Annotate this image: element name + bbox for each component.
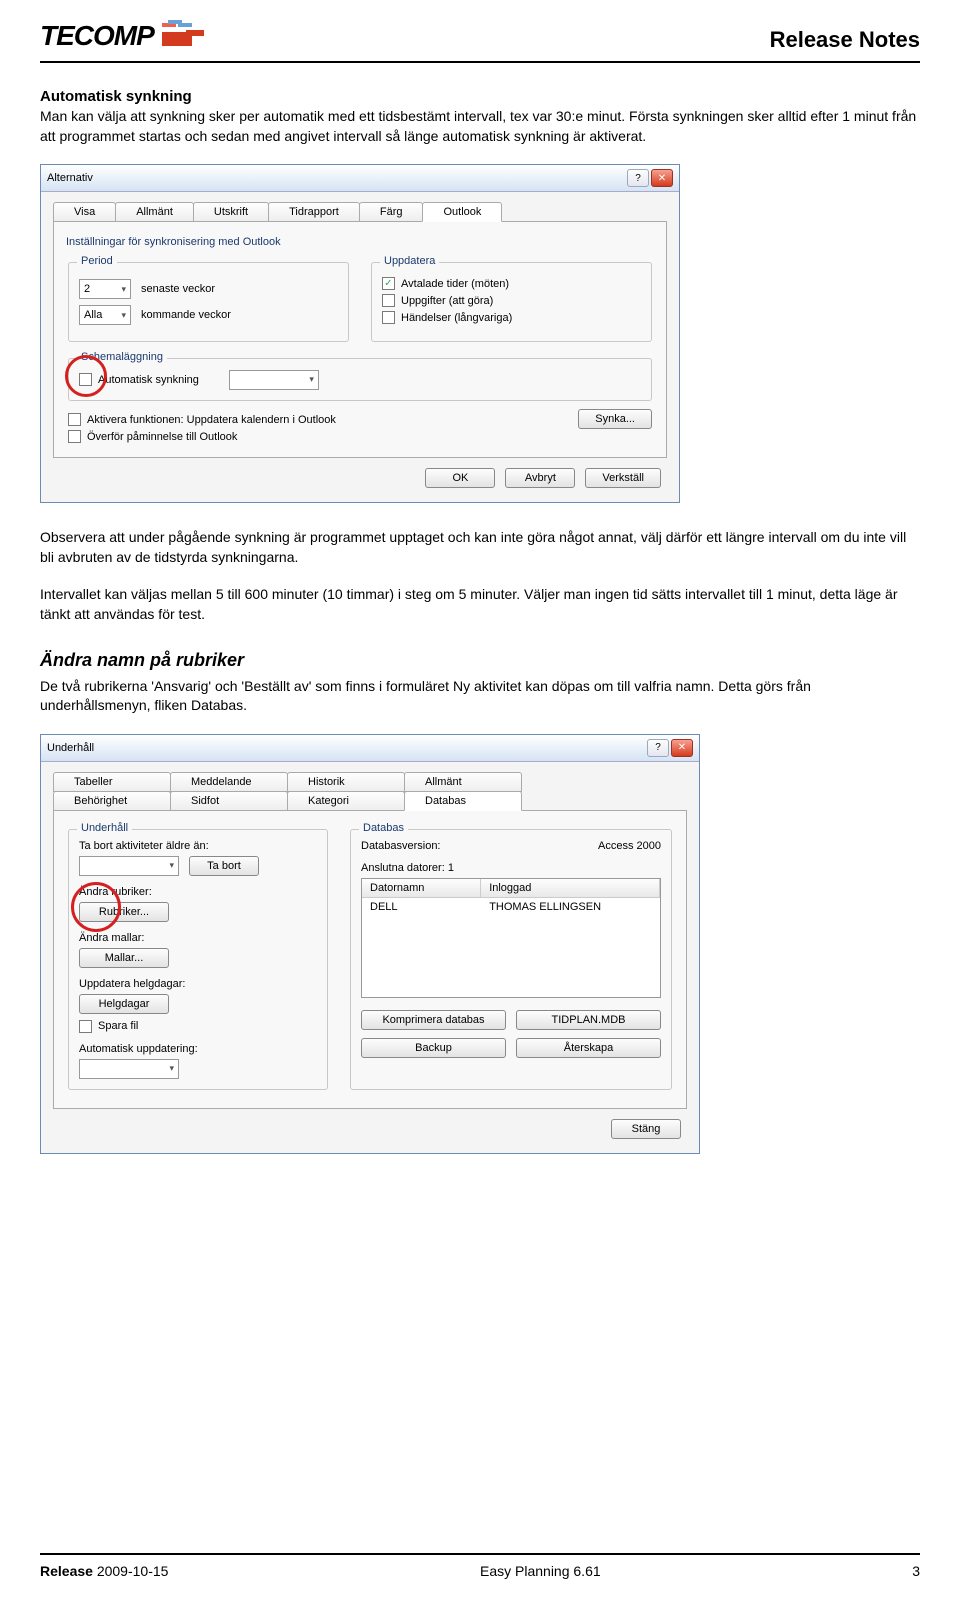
para-intervallet: Intervallet kan väljas mellan 5 till 600… — [40, 585, 920, 624]
footer-center: Easy Planning 6.61 — [480, 1563, 601, 1579]
period-recent-weeks-dropdown[interactable]: 2 — [79, 279, 131, 299]
tab-databas[interactable]: Databas — [404, 791, 522, 811]
page-header: TECOMP Release Notes — [40, 20, 920, 63]
close-icon[interactable]: ✕ — [671, 739, 693, 757]
fieldset-schema: Schemaläggning Automatisk synkning — [68, 358, 652, 401]
verkstall-button[interactable]: Verkställ — [585, 468, 661, 488]
rubriker-button[interactable]: Rubriker... — [79, 902, 169, 922]
help-icon[interactable]: ? — [647, 739, 669, 757]
cb-aktivera-funktion[interactable]: Aktivera funktionen: Uppdatera kalendern… — [68, 413, 336, 426]
label-tabort: Ta bort aktiviteter äldre än: — [79, 840, 317, 852]
tab-allmant[interactable]: Allmänt — [115, 202, 194, 222]
tab-outlook[interactable]: Outlook — [422, 202, 502, 222]
page-footer: Release 2009-10-15 Easy Planning 6.61 3 — [40, 1553, 920, 1579]
col-inloggad: Inloggad — [481, 879, 660, 897]
tabort-date-dropdown[interactable] — [79, 856, 179, 876]
cb-overfor-paminnelse[interactable]: Överför påminnelse till Outlook — [68, 430, 336, 443]
table-row[interactable]: DELL THOMAS ELLINGSEN — [362, 898, 660, 916]
cb-avtalade[interactable]: ✓Avtalade tider (möten) — [382, 277, 641, 290]
dialog-underhall: Underhåll ? ✕ Tabeller Meddelande Histor… — [40, 734, 700, 1154]
dialog2-tabs-row1: Tabeller Meddelande Historik Allmänt — [53, 772, 687, 792]
label-andra-mallar: Ändra mallar: — [79, 932, 317, 944]
komprimera-button[interactable]: Komprimera databas — [361, 1010, 506, 1030]
tab-behorighet[interactable]: Behörighet — [53, 791, 171, 811]
footer-page: 3 — [912, 1563, 920, 1579]
tab-tabeller[interactable]: Tabeller — [53, 772, 171, 792]
tidplan-button[interactable]: TIDPLAN.MDB — [516, 1010, 661, 1030]
fieldset-databas: Databas Databasversion: Access 2000 Ansl… — [350, 829, 672, 1090]
tab-historik[interactable]: Historik — [287, 772, 405, 792]
value-dbversion: Access 2000 — [598, 840, 661, 852]
label-uppdatera-helgdagar: Uppdatera helgdagar: — [79, 978, 317, 990]
fieldset-underhall: Underhåll Ta bort aktiviteter äldre än: … — [68, 829, 328, 1090]
footer-release-date: 2009-10-15 — [97, 1563, 169, 1579]
dialog2-title: Underhåll — [47, 742, 94, 754]
avbryt-button[interactable]: Avbryt — [505, 468, 575, 488]
legend-databas: Databas — [359, 822, 408, 834]
col-datornamn: Datornamn — [362, 879, 481, 897]
period-label-coming: kommande veckor — [141, 309, 231, 321]
synka-button[interactable]: Synka... — [578, 409, 652, 429]
cell-inloggad: THOMAS ELLINGSEN — [481, 898, 660, 916]
dialog1-tabcontent: Inställningar för synkronisering med Out… — [53, 221, 667, 458]
help-icon[interactable]: ? — [627, 169, 649, 187]
logo-icon — [162, 20, 204, 53]
stang-button[interactable]: Stäng — [611, 1119, 681, 1139]
tab-sidfot[interactable]: Sidfot — [170, 791, 288, 811]
ok-button[interactable]: OK — [425, 468, 495, 488]
section2-para: De två rubrikerna 'Ansvarig' och 'Bestäl… — [40, 677, 920, 716]
logo-text: TECOMP — [40, 20, 154, 51]
dialog1-subheading: Inställningar för synkronisering med Out… — [66, 236, 656, 248]
footer-left: Release 2009-10-15 — [40, 1563, 168, 1579]
dialog1-title: Alternativ — [47, 172, 93, 184]
legend-schema: Schemaläggning — [77, 351, 167, 363]
close-icon[interactable]: ✕ — [651, 169, 673, 187]
section1-title: Automatisk synkning — [40, 88, 920, 105]
tab-tidrapport[interactable]: Tidrapport — [268, 202, 360, 222]
cb-auto-synk[interactable]: Automatisk synkning — [79, 373, 199, 386]
period-coming-weeks-dropdown[interactable]: Alla — [79, 305, 131, 325]
cell-datornamn: DELL — [362, 898, 481, 916]
backup-button[interactable]: Backup — [361, 1038, 506, 1058]
period-label-recent: senaste veckor — [141, 283, 215, 295]
tab-visa[interactable]: Visa — [53, 202, 116, 222]
legend-uppdatera: Uppdatera — [380, 255, 439, 267]
legend-underhall: Underhåll — [77, 822, 132, 834]
tab-utskrift[interactable]: Utskrift — [193, 202, 269, 222]
auto-uppdatering-dropdown[interactable] — [79, 1059, 179, 1079]
connected-computers-list[interactable]: Datornamn Inloggad DELL THOMAS ELLINGSEN — [361, 878, 661, 998]
cb-handelser[interactable]: Händelser (långvariga) — [382, 311, 641, 324]
tab-allmant2[interactable]: Allmänt — [404, 772, 522, 792]
tab-meddelande[interactable]: Meddelande — [170, 772, 288, 792]
cb-spara-fil[interactable]: Spara fil — [79, 1020, 317, 1033]
tab-farg[interactable]: Färg — [359, 202, 424, 222]
dialog2-tabs-row2: Behörighet Sidfot Kategori Databas — [53, 791, 687, 811]
section1-para: Man kan välja att synkning sker per auto… — [40, 107, 920, 146]
dialog2-titlebar: Underhåll ? ✕ — [41, 735, 699, 762]
dialog2-tabcontent: Underhåll Ta bort aktiviteter äldre än: … — [53, 810, 687, 1109]
auto-synk-interval-dropdown[interactable] — [229, 370, 319, 390]
label-andra-rubriker: Ändra rubriker: — [79, 886, 317, 898]
fieldset-period: Period 2 senaste veckor Alla kommande ve… — [68, 262, 349, 342]
tab-kategori[interactable]: Kategori — [287, 791, 405, 811]
helgdagar-button[interactable]: Helgdagar — [79, 994, 169, 1014]
dialog-alternativ: Alternativ ? ✕ Visa Allmänt Utskrift Tid… — [40, 164, 680, 503]
logo: TECOMP — [40, 20, 204, 53]
para-observera: Observera att under pågående synkning är… — [40, 528, 920, 567]
footer-release-label: Release — [40, 1563, 93, 1579]
label-auto-uppdatering: Automatisk uppdatering: — [79, 1043, 317, 1055]
mallar-button[interactable]: Mallar... — [79, 948, 169, 968]
legend-period: Period — [77, 255, 117, 267]
cb-uppgifter[interactable]: Uppgifter (att göra) — [382, 294, 641, 307]
fieldset-uppdatera: Uppdatera ✓Avtalade tider (möten) Uppgif… — [371, 262, 652, 342]
label-dbversion: Databasversion: — [361, 840, 441, 852]
dialog1-titlebar: Alternativ ? ✕ — [41, 165, 679, 192]
dialog1-tabs: Visa Allmänt Utskrift Tidrapport Färg Ou… — [53, 202, 667, 222]
release-notes-heading: Release Notes — [770, 27, 920, 53]
aterskapa-button[interactable]: Återskapa — [516, 1038, 661, 1058]
label-anslutna: Anslutna datorer: 1 — [361, 862, 661, 874]
tabort-button[interactable]: Ta bort — [189, 856, 259, 876]
section2-title: Ändra namn på rubriker — [40, 650, 920, 671]
